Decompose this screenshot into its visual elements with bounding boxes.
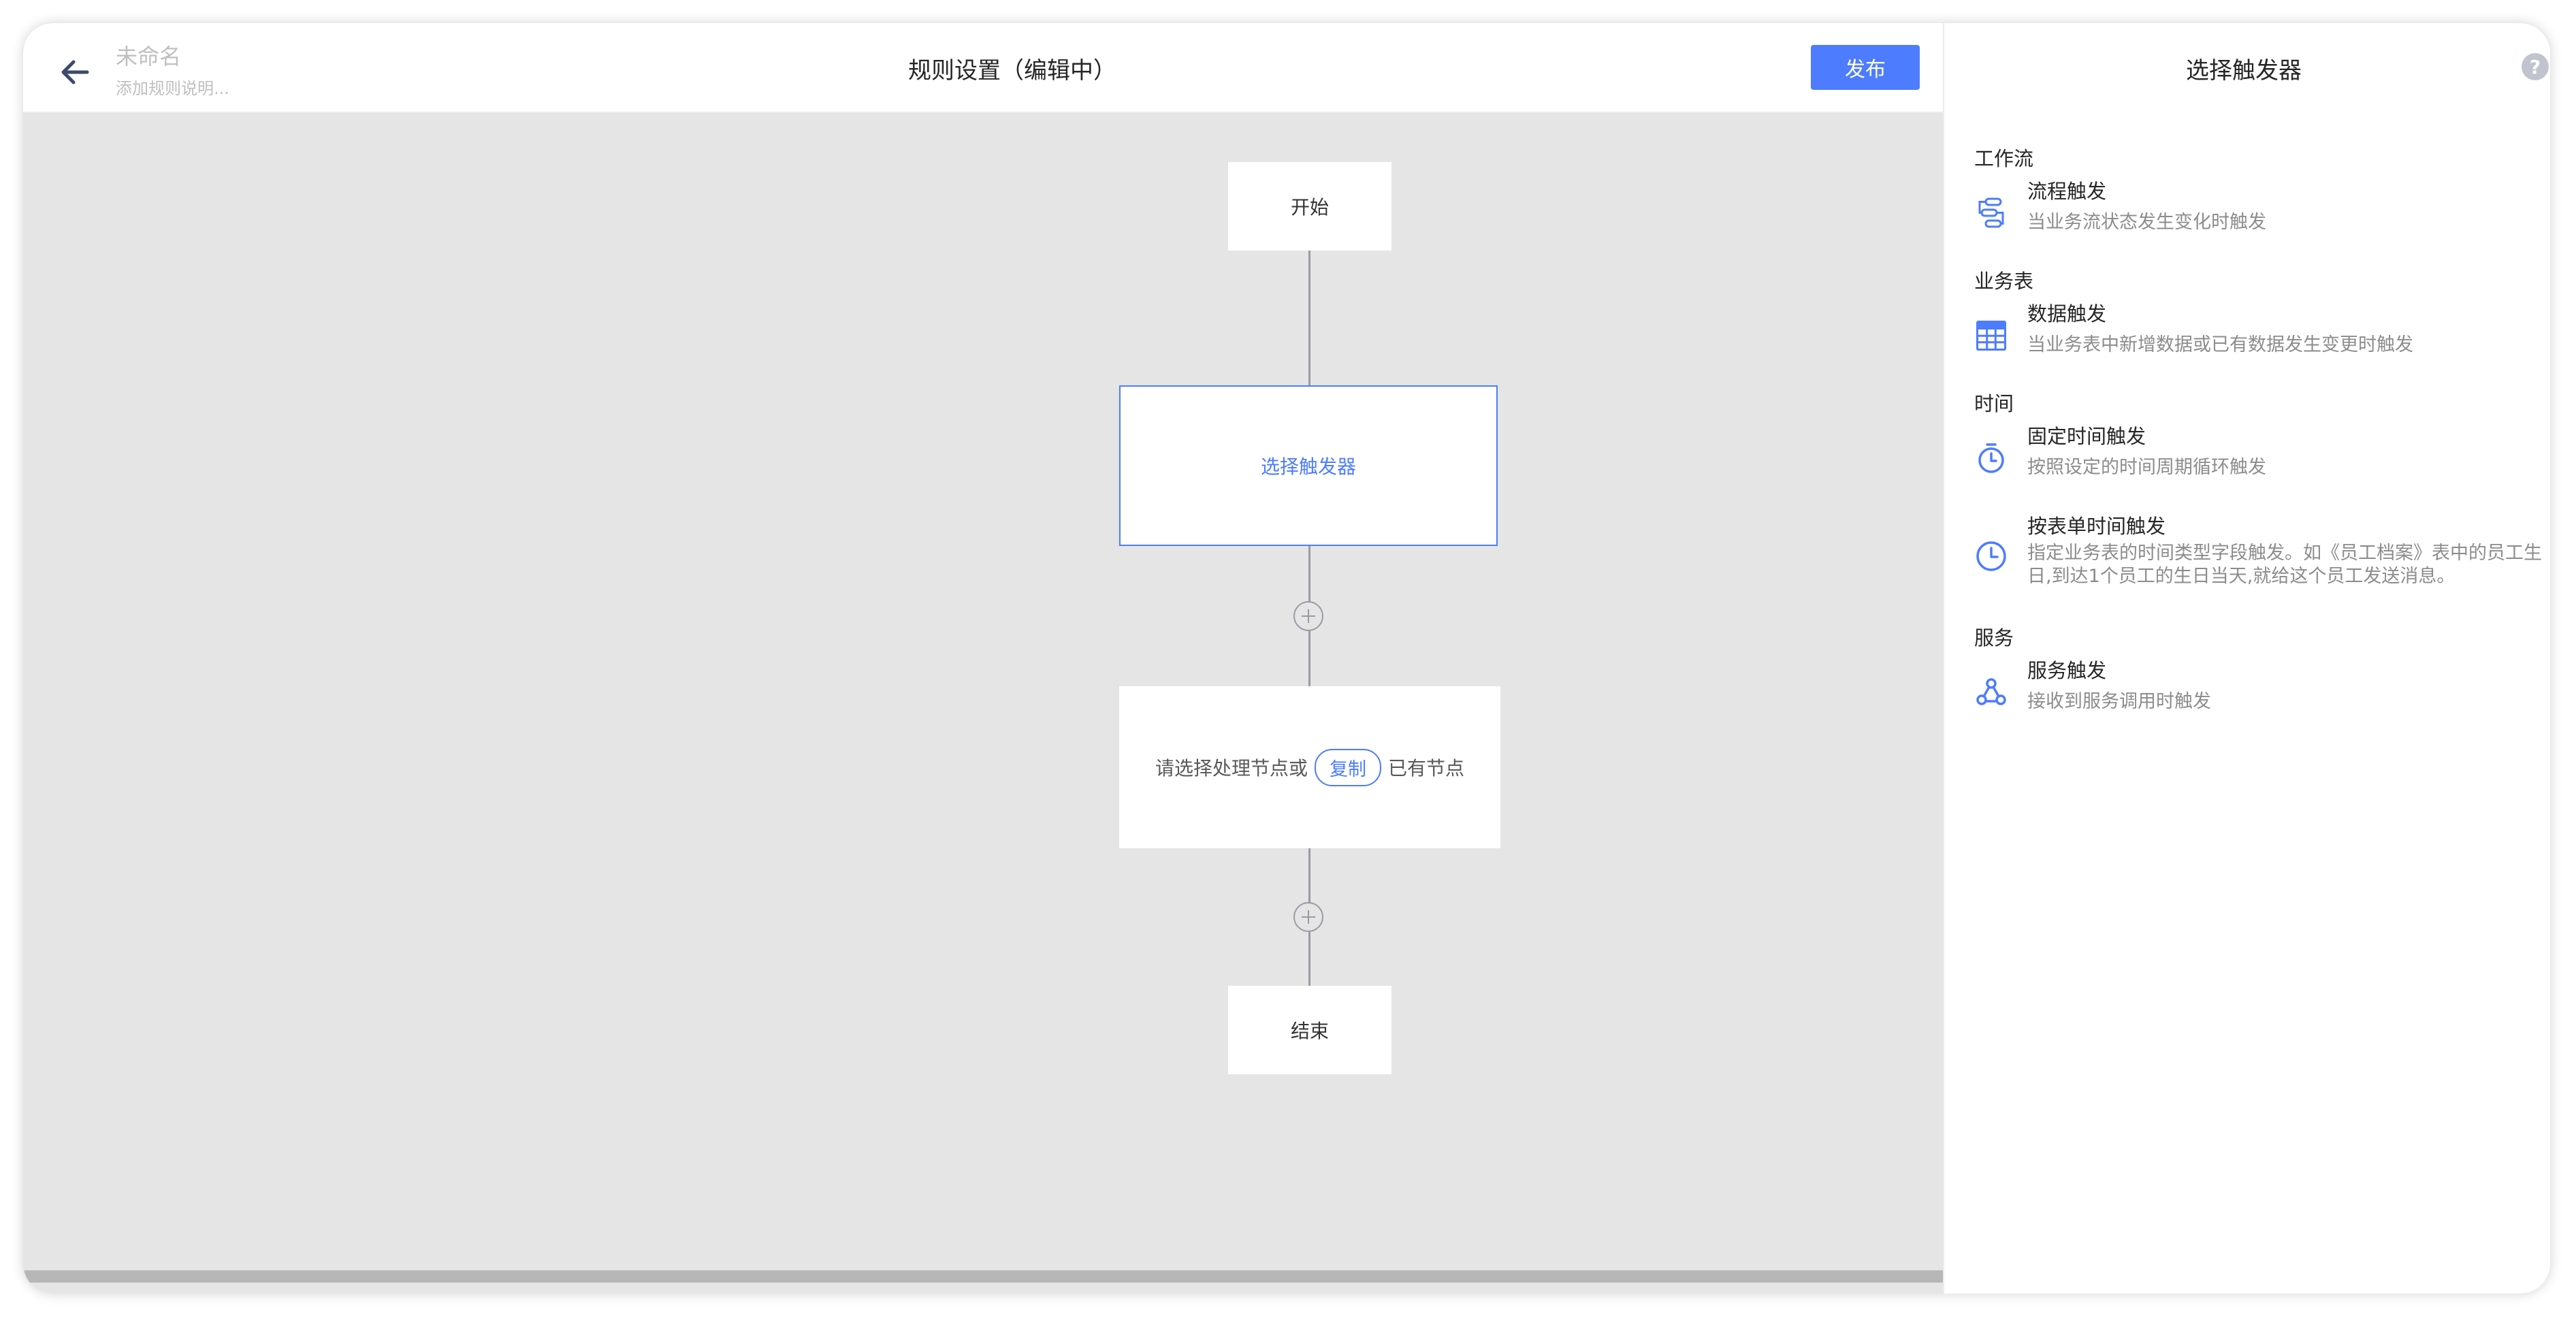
section-label-table: 业务表 bbox=[1974, 270, 2034, 293]
end-node: 结束 bbox=[1228, 986, 1391, 1074]
panel-title: 选择触发器 bbox=[2186, 57, 2302, 84]
rule-name-field[interactable]: 未命名 bbox=[116, 39, 181, 71]
option-description: 按照设定的时间周期循环触发 bbox=[2027, 457, 2266, 478]
trigger-option-workflow[interactable]: 流程触发 当业务流状态发生变化时触发 bbox=[1974, 176, 2550, 244]
start-node-label: 开始 bbox=[1290, 196, 1329, 219]
clock-icon bbox=[1976, 541, 2006, 571]
section-label-service: 服务 bbox=[1974, 626, 2014, 649]
option-title: 固定时间触发 bbox=[2027, 425, 2146, 448]
section-label-workflow: 工作流 bbox=[1974, 147, 2034, 170]
trigger-option-fixed-time[interactable]: 固定时间触发 按照设定的时间周期循环触发 bbox=[1974, 421, 2550, 489]
page-title: 规则设置（编辑中） bbox=[908, 57, 1116, 84]
back-button[interactable] bbox=[53, 50, 97, 94]
trigger-option-data[interactable]: 数据触发 当业务表中新增数据或已有数据发生变更时触发 bbox=[1974, 298, 2550, 366]
option-title: 数据触发 bbox=[2027, 302, 2107, 325]
table-icon bbox=[1976, 321, 2006, 351]
workflow-icon bbox=[1978, 197, 2004, 228]
option-description: 接收到服务调用时触发 bbox=[2027, 691, 2211, 712]
help-icon[interactable]: ? bbox=[2522, 53, 2549, 80]
copy-node-button[interactable]: 复制 bbox=[1315, 748, 1381, 786]
add-node-button[interactable] bbox=[1293, 601, 1323, 631]
trigger-option-form-time[interactable]: 按表单时间触发 指定业务表的时间类型字段触发。如《员工档案》表中的员工生日,到达… bbox=[1974, 511, 2550, 599]
editor-header: 未命名 添加规则说明... 规则设置（编辑中） 发布 bbox=[23, 23, 1943, 113]
trigger-node-label: 选择触发器 bbox=[1260, 455, 1356, 478]
trigger-node[interactable]: 选择触发器 bbox=[1119, 385, 1498, 546]
horizontal-scrollbar[interactable] bbox=[23, 1270, 1943, 1283]
trigger-option-service[interactable]: 服务触发 接收到服务调用时触发 bbox=[1974, 655, 2550, 723]
rule-description-field[interactable]: 添加规则说明... bbox=[116, 75, 229, 99]
start-node: 开始 bbox=[1228, 162, 1391, 251]
add-node-button[interactable] bbox=[1293, 902, 1323, 932]
option-description: 当业务表中新增数据或已有数据发生变更时触发 bbox=[2027, 334, 2413, 355]
app-window: 未命名 添加规则说明... 规则设置（编辑中） 发布 开始 选择触发器 请选择处… bbox=[23, 23, 2550, 1293]
process-node-suffix: 已有节点 bbox=[1388, 757, 1465, 779]
trigger-panel: 选择触发器 ? 工作流 流程触发 当业务流状态发生变化时触发 业务表 数据触发 bbox=[1943, 23, 2550, 1293]
process-node-prefix: 请选择处理节点或 bbox=[1155, 757, 1308, 779]
option-description: 当业务流状态发生变化时触发 bbox=[2027, 212, 2266, 233]
option-title: 服务触发 bbox=[2027, 659, 2107, 682]
end-node-label: 结束 bbox=[1290, 1020, 1329, 1042]
publish-button[interactable]: 发布 bbox=[1811, 45, 1920, 90]
option-title: 流程触发 bbox=[2027, 180, 2107, 203]
option-title: 按表单时间触发 bbox=[2027, 515, 2166, 538]
webhook-icon bbox=[1976, 678, 2006, 705]
stopwatch-icon bbox=[1978, 443, 2004, 473]
flow-canvas[interactable]: 开始 选择触发器 请选择处理节点或 复制 已有节点 结束 bbox=[23, 113, 1943, 1293]
process-node[interactable]: 请选择处理节点或 复制 已有节点 bbox=[1119, 686, 1500, 848]
option-description: 指定业务表的时间类型字段触发。如《员工档案》表中的员工生日,到达1个员工的生日当… bbox=[2027, 543, 2542, 587]
section-label-time: 时间 bbox=[1974, 392, 2014, 415]
flow-connector bbox=[1308, 251, 1310, 385]
arrow-left-icon bbox=[61, 60, 89, 84]
